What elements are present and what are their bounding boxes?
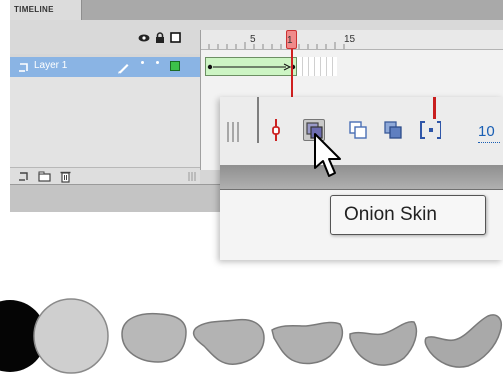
layer-icon <box>19 63 28 72</box>
empty-frame-cells[interactable] <box>297 57 337 76</box>
timeline-footer <box>10 167 200 185</box>
eye-icon[interactable] <box>138 33 150 43</box>
playhead-frame-number: 1 <box>287 35 293 46</box>
tween-arrow <box>207 63 296 71</box>
resize-handle[interactable] <box>188 171 196 182</box>
trash-icon[interactable] <box>60 170 71 183</box>
tooltip: Onion Skin <box>330 195 486 235</box>
center-frame-button[interactable] <box>268 119 290 141</box>
layer-row[interactable]: Layer 1 <box>10 57 200 77</box>
outline-icon[interactable] <box>170 32 181 43</box>
new-folder-icon[interactable] <box>38 171 51 182</box>
timeline-tab-bar: TIMELINE <box>10 0 503 20</box>
playhead-line <box>291 49 293 99</box>
layer-list-area <box>10 77 200 167</box>
edit-multiple-frames-button[interactable] <box>382 119 404 141</box>
playhead[interactable]: 1 <box>286 30 297 49</box>
timeline-tab-label: TIMELINE <box>14 5 54 14</box>
resize-handle-large[interactable] <box>226 121 240 143</box>
lock-icon[interactable] <box>155 32 165 44</box>
layer-lock-dot[interactable] <box>156 61 159 64</box>
new-layer-icon[interactable] <box>18 171 30 182</box>
zoomed-playhead-line <box>433 97 436 119</box>
zoomed-divider-line <box>257 97 259 143</box>
layer-outline-color[interactable] <box>170 61 180 71</box>
shape-frame-6 <box>349 321 418 366</box>
onion-skin-outlines-button[interactable] <box>347 119 369 141</box>
shape-frame-5 <box>271 321 344 365</box>
zoomed-toolbar: 10 <box>220 97 503 260</box>
layer-visible-dot[interactable] <box>141 61 144 64</box>
shape-frame-2 <box>33 298 109 374</box>
modify-markers-button[interactable] <box>419 119 441 141</box>
current-frame-number[interactable]: 10 <box>478 123 495 140</box>
frame-number-underline <box>478 141 500 143</box>
frame-number-15: 15 <box>344 34 356 45</box>
mouse-cursor-icon <box>314 133 341 177</box>
shape-frame-7 <box>424 314 502 368</box>
shape-tween-sequence <box>0 298 502 374</box>
frame-number-5: 5 <box>250 34 256 45</box>
zoomed-toolbar-body: 10 <box>220 97 503 165</box>
shape-frame-3 <box>121 312 187 363</box>
timeline-tab[interactable]: TIMELINE <box>10 0 82 20</box>
tween-span[interactable] <box>205 57 297 76</box>
layer-name: Layer 1 <box>34 60 68 71</box>
pencil-icon <box>118 64 129 74</box>
tooltip-text: Onion Skin <box>344 204 437 225</box>
zoomed-scroll-strip <box>220 165 503 189</box>
shape-frame-4 <box>192 318 265 365</box>
frame-ruler[interactable]: 5 15 <box>201 30 503 50</box>
